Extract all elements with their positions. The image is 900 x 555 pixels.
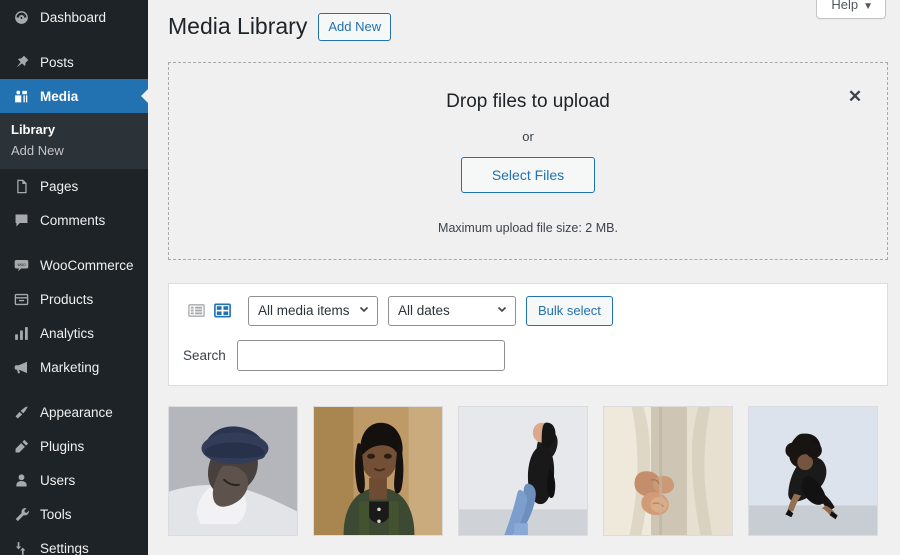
media-thumbnail-image (604, 406, 732, 535)
media-item-4[interactable] (748, 405, 878, 536)
help-tab-wrapper: Help ▼ (816, 0, 886, 19)
date-filter-wrapper: All dates (388, 295, 516, 326)
media-item-2[interactable] (458, 405, 588, 536)
media-thumbnail-image (459, 406, 587, 535)
media-thumbnail-image (749, 406, 877, 535)
sidebar-item-label: Marketing (40, 359, 100, 375)
media-item-1[interactable] (313, 405, 443, 536)
sidebar-item-label: Comments (40, 212, 106, 228)
submenu-item-library[interactable]: Library (0, 119, 148, 140)
filter-row-top: All media itemsImagesAudioVideoDocuments… (183, 295, 873, 326)
products-icon (11, 289, 31, 309)
sidebar-item-users[interactable]: Users (0, 463, 148, 497)
marketing-icon (11, 357, 31, 377)
filter-row-search: Search (183, 339, 873, 371)
grid-view-icon[interactable] (209, 298, 235, 324)
sidebar-divider (0, 384, 148, 395)
sidebar-divider (0, 237, 148, 248)
dashboard-icon (11, 7, 31, 27)
analytics-icon (11, 323, 31, 343)
wp-admin-screen: Dashboard Posts Media Library Add New Pa… (0, 0, 900, 555)
sidebar-item-tools[interactable]: Tools (0, 497, 148, 531)
media-thumbnail-image (169, 406, 297, 535)
bulk-select-button[interactable]: Bulk select (526, 295, 613, 326)
sidebar-item-plugins[interactable]: Plugins (0, 429, 148, 463)
sidebar-item-label: Plugins (40, 438, 85, 454)
sidebar-item-media[interactable]: Media (0, 79, 148, 113)
pin-icon (11, 52, 31, 72)
help-button-label: Help (831, 0, 859, 12)
comments-icon (11, 210, 31, 230)
dropzone-title: Drop files to upload (446, 90, 610, 112)
sidebar-item-label: Appearance (40, 404, 113, 420)
sidebar-item-products[interactable]: Products (0, 282, 148, 316)
dropzone-or-label: or (522, 128, 534, 144)
sidebar-divider (0, 34, 148, 45)
sidebar-item-comments[interactable]: Comments (0, 203, 148, 237)
sidebar-item-label: WooCommerce (40, 257, 134, 273)
close-icon[interactable]: ✕ (845, 87, 865, 107)
sidebar-item-label: Tools (40, 506, 72, 522)
add-new-button[interactable]: Add New (318, 12, 392, 42)
search-input[interactable] (236, 339, 505, 371)
sidebar-item-settings[interactable]: Settings (0, 531, 148, 555)
sidebar-item-dashboard[interactable]: Dashboard (0, 0, 148, 34)
page-title: Media Library (168, 13, 308, 39)
svg-text:woo: woo (17, 262, 26, 267)
help-button[interactable]: Help ▼ (816, 0, 886, 19)
media-item-3[interactable] (603, 405, 733, 536)
media-item-0[interactable] (168, 405, 298, 536)
main-content: Help ▼ Media Library Add New Drop files t… (148, 0, 900, 555)
sidebar-item-appearance[interactable]: Appearance (0, 395, 148, 429)
tools-icon (11, 504, 31, 524)
max-upload-size-note: Maximum upload file size: 2 MB. (438, 220, 618, 235)
sidebar-item-label: Products (40, 291, 94, 307)
upload-dropzone[interactable]: Drop files to upload or Select Files Max… (168, 61, 888, 260)
media-thumbnail-image (314, 406, 442, 535)
view-mode-toggle (183, 298, 235, 324)
sidebar-item-pages[interactable]: Pages (0, 169, 148, 203)
appearance-icon (11, 402, 31, 422)
chevron-down-icon: ▼ (863, 1, 873, 12)
sidebar-item-label: Users (40, 472, 76, 488)
media-filter-bar: All media itemsImagesAudioVideoDocuments… (168, 282, 888, 386)
sidebar-item-woocommerce[interactable]: woo WooCommerce (0, 248, 148, 282)
sidebar-item-label: Posts (40, 54, 74, 70)
sidebar-item-label: Analytics (40, 325, 95, 341)
date-filter[interactable]: All dates (388, 295, 516, 326)
media-type-filter-wrapper: All media itemsImagesAudioVideoDocuments… (248, 295, 378, 326)
users-icon (11, 470, 31, 490)
plugins-icon (11, 436, 31, 456)
sidebar-item-label: Settings (40, 540, 89, 555)
woocommerce-icon: woo (11, 255, 31, 275)
media-submenu: Library Add New (0, 113, 148, 169)
page-header: Media Library Add New (148, 0, 900, 42)
sidebar-item-analytics[interactable]: Analytics (0, 316, 148, 350)
media-icon (11, 86, 31, 106)
admin-sidebar: Dashboard Posts Media Library Add New Pa… (0, 0, 148, 555)
pages-icon (11, 176, 31, 196)
sidebar-item-label: Dashboard (40, 9, 107, 25)
sidebar-item-label: Media (40, 88, 79, 104)
settings-icon (11, 538, 31, 555)
submenu-item-add-new[interactable]: Add New (0, 140, 148, 161)
select-files-button[interactable]: Select Files (460, 156, 596, 193)
search-label: Search (183, 347, 226, 363)
media-grid (168, 405, 888, 536)
sidebar-item-label: Pages (40, 178, 79, 194)
list-view-icon[interactable] (183, 298, 209, 324)
sidebar-item-posts[interactable]: Posts (0, 45, 148, 79)
media-type-filter[interactable]: All media itemsImagesAudioVideoDocuments… (248, 295, 378, 326)
sidebar-item-marketing[interactable]: Marketing (0, 350, 148, 384)
